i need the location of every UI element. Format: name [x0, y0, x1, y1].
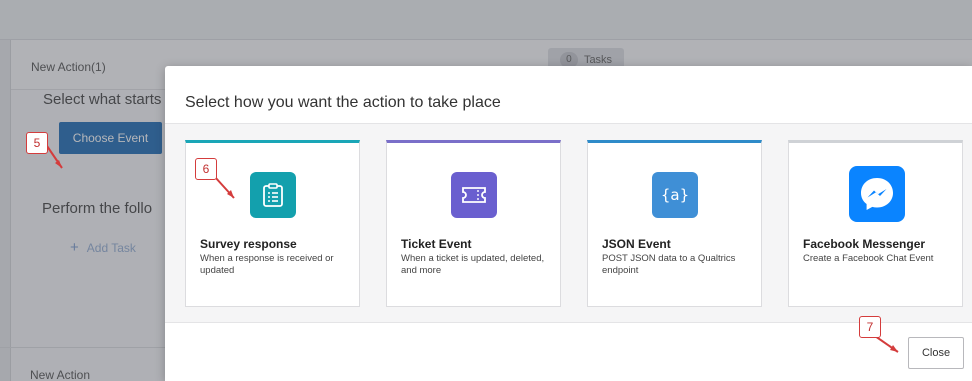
- json-icon-glyph: {a}: [660, 186, 690, 204]
- card-facebook-messenger[interactable]: Facebook Messenger Create a Facebook Cha…: [788, 140, 963, 307]
- card-ticket-event[interactable]: Ticket Event When a ticket is updated, d…: [386, 140, 561, 307]
- card-description: When a response is received or updated: [200, 253, 334, 276]
- event-card-list: Survey response When a response is recei…: [165, 123, 972, 323]
- modal-footer: Close: [165, 323, 972, 381]
- card-name: Ticket Event: [401, 237, 472, 251]
- card-description: POST JSON data to a Qualtrics endpoint: [602, 253, 736, 276]
- callout-marker-6: 6: [195, 158, 217, 180]
- messenger-icon: [849, 166, 905, 222]
- card-name: Survey response: [200, 237, 297, 251]
- card-name: JSON Event: [602, 237, 671, 251]
- card-description: When a ticket is updated, deleted, and m…: [401, 253, 545, 276]
- event-type-modal: Select how you want the action to take p…: [165, 66, 972, 381]
- ticket-icon: [451, 172, 497, 218]
- json-braces-icon: {a}: [652, 172, 698, 218]
- clipboard-list-icon: [250, 172, 296, 218]
- modal-title: Select how you want the action to take p…: [185, 94, 501, 111]
- card-json-event[interactable]: {a} JSON Event POST JSON data to a Qualt…: [587, 140, 762, 307]
- card-description: Create a Facebook Chat Event: [803, 253, 934, 264]
- card-name: Facebook Messenger: [803, 237, 926, 251]
- callout-marker-5: 5: [26, 132, 48, 154]
- close-button[interactable]: Close: [908, 337, 964, 369]
- callout-marker-7: 7: [859, 316, 881, 338]
